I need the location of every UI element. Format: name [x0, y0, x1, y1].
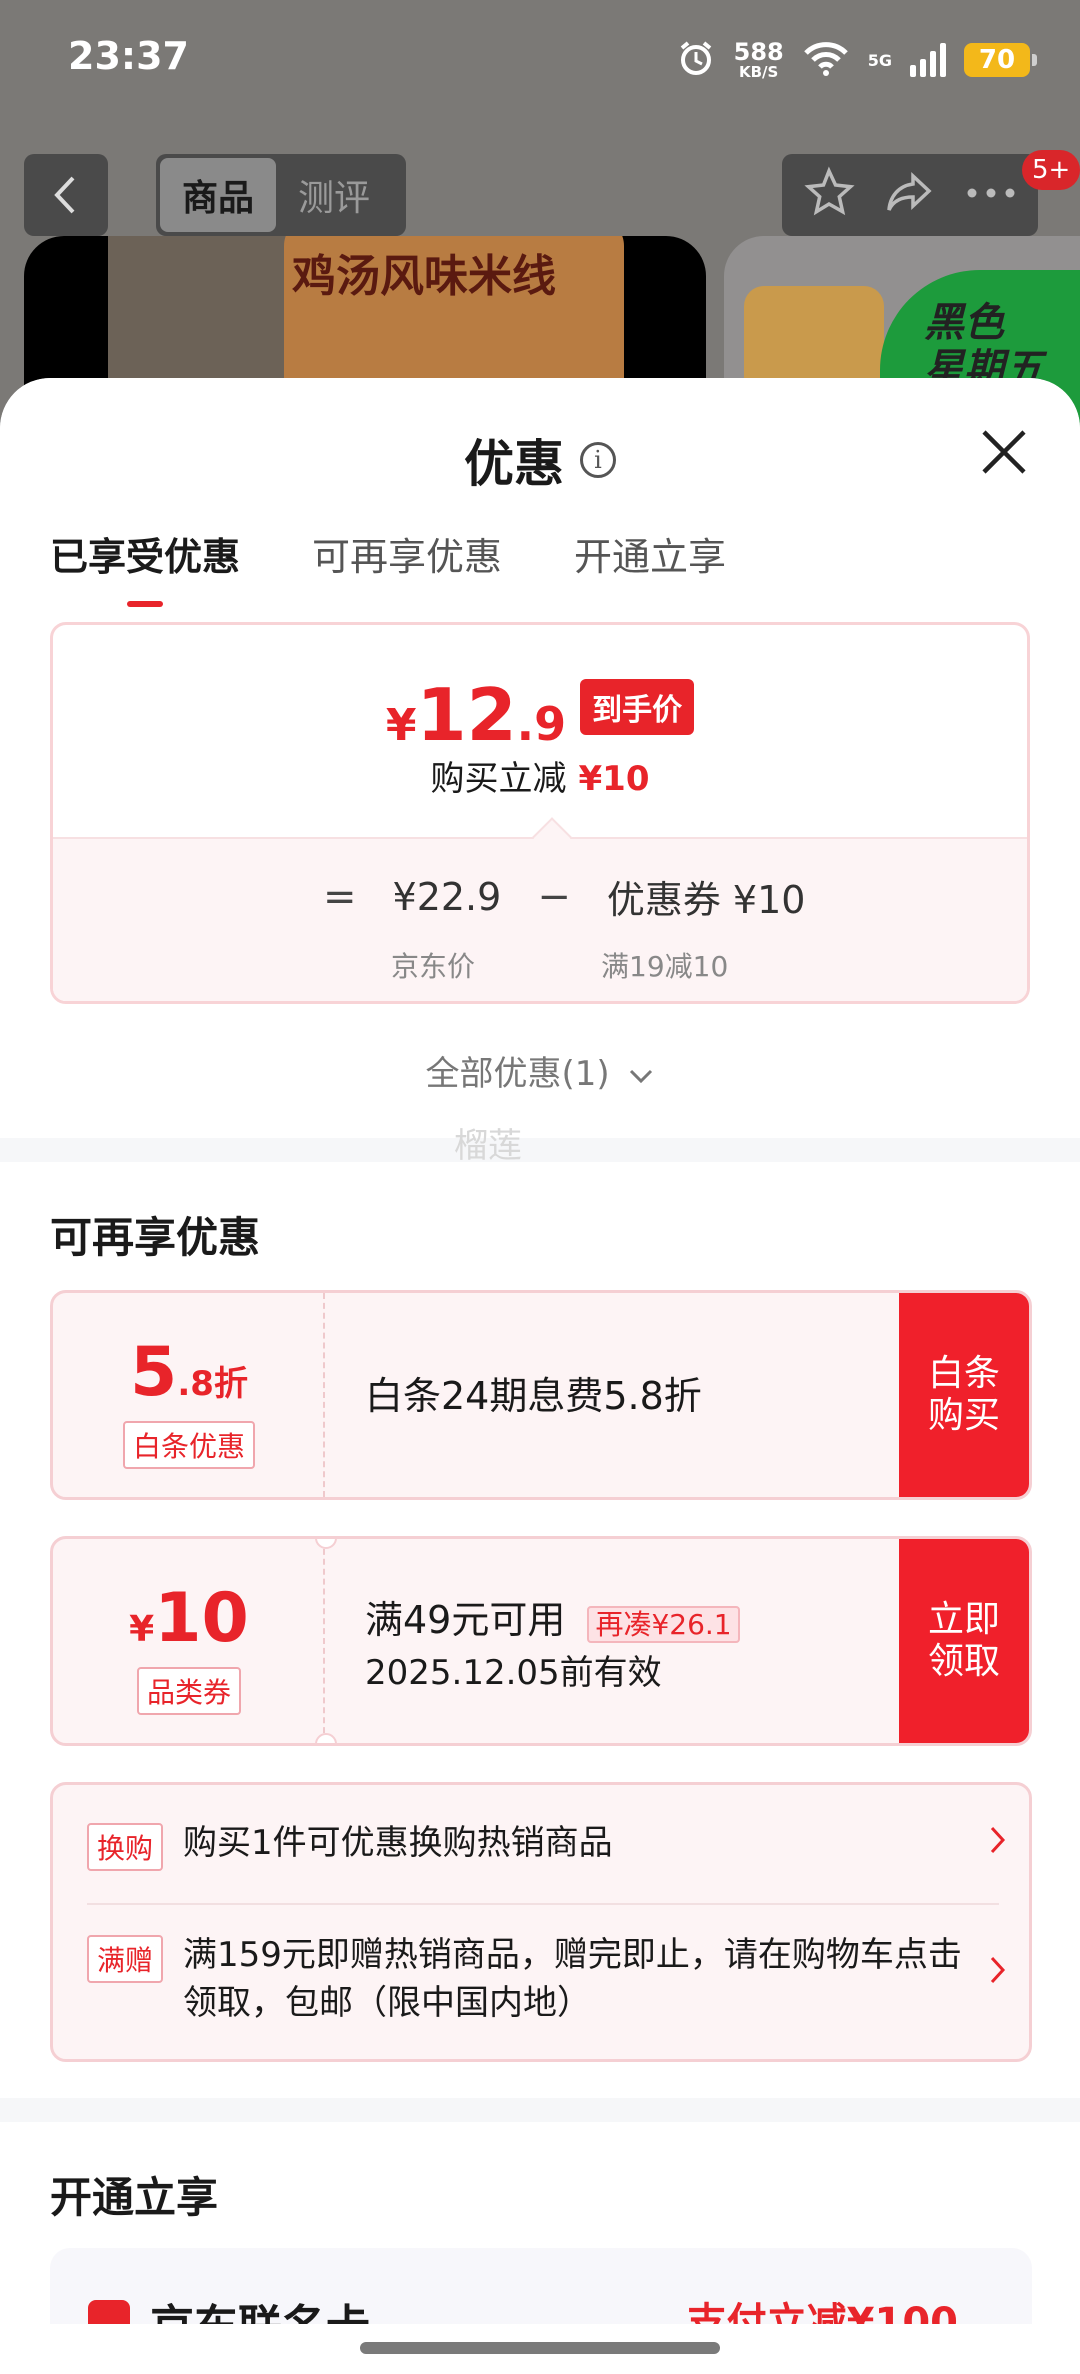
more-offers-section: 可再享优惠 5.8折 白条优惠 白条24期息费5.8折 白条 购买 ¥10 品类券	[0, 1162, 1080, 2098]
status-time: 23:37	[68, 34, 189, 78]
instant-reduction: 购买立减 ¥10	[430, 759, 650, 799]
baitiao-tag: 白条优惠	[122, 1421, 255, 1469]
product-nav-tabs: 商品 测评	[156, 154, 406, 236]
enjoyed-offers-section: 优惠 i 已享受优惠 可再享优惠 开通立享 ¥ 12 .9 到手价 购买立减 ¥1…	[0, 378, 1080, 1166]
chevron-down-icon	[630, 1069, 653, 1084]
home-indicator[interactable]	[360, 2342, 720, 2354]
final-price: ¥ 12 .9 到手价	[53, 673, 1027, 757]
coupon-rule: 满19减10	[601, 950, 729, 983]
gift-tag: 满赠	[87, 1935, 164, 1983]
equals-sign: =	[323, 873, 357, 920]
more-icon[interactable]	[964, 183, 1018, 207]
tab-review[interactable]: 测评	[276, 158, 392, 232]
close-icon	[982, 430, 1026, 474]
close-button[interactable]	[974, 422, 1034, 482]
network-type: 5G	[867, 50, 892, 70]
chevron-left-icon	[54, 176, 75, 214]
product-image-text: 鸡汤风味米线	[292, 251, 556, 302]
exchange-text: 购买1件可优惠换购热销商品	[183, 1823, 613, 1863]
nav-actions	[782, 154, 1038, 236]
jd-price: ¥22.9	[392, 874, 502, 919]
exchange-tag: 换购	[87, 1823, 164, 1871]
baitiao-discount: 5.8折	[130, 1333, 248, 1412]
gift-offer-row[interactable]: 满赠 满159元即赠热销商品，赠完即止，请在购物车点击领取，包邮（限中国内地）	[87, 1931, 1007, 2027]
gift-text: 满159元即赠热销商品，赠完即止，请在购物车点击领取，包邮（限中国内地）	[183, 1935, 962, 2023]
baitiao-description: 白条24期息费5.8折	[365, 1374, 702, 1418]
chevron-right-icon	[967, 1825, 1007, 1859]
minus-sign: −	[537, 873, 571, 920]
alarm-icon	[676, 38, 716, 82]
notification-badge: 5+	[1022, 150, 1080, 190]
category-coupon-card: ¥10 品类券 满49元可用 再凑¥26.1 2025.12.05前有效 立即领…	[50, 1536, 1032, 1746]
offer-tabs: 已享受优惠 可再享优惠 开通立享	[50, 526, 726, 607]
open-offers-heading: 开通立享	[50, 2173, 219, 2222]
watermark: 榴莲_	[454, 1126, 539, 1166]
gift-offers-card: 换购 购买1件可优惠换购热销商品 满赠 满159元即赠热销商品，赠完即止，请在购…	[50, 1782, 1032, 2062]
coupon-amount: ¥10	[129, 1579, 249, 1658]
network-speed: 588 KB/S	[733, 37, 784, 81]
share-icon[interactable]	[883, 166, 937, 224]
info-icon[interactable]: i	[580, 442, 616, 478]
jd-price-label: 京东价	[391, 950, 476, 983]
exchange-offer-row[interactable]: 换购 购买1件可优惠换购热销商品	[87, 1819, 1007, 1871]
final-price-card: ¥ 12 .9 到手价 购买立减 ¥10 = ¥22.9 − 优惠券 ¥10 京…	[50, 622, 1030, 1004]
star-icon[interactable]	[802, 166, 856, 224]
coupon-expiry: 2025.12.05前有效	[365, 1653, 662, 1693]
signal-icon	[910, 43, 946, 77]
final-price-tag: 到手价	[580, 679, 695, 735]
sheet-title: 优惠	[464, 435, 564, 493]
coupon-type-tag: 品类券	[136, 1667, 241, 1715]
claim-coupon-button[interactable]: 立即 领取	[899, 1539, 1029, 1743]
chevron-right-icon	[967, 1955, 1007, 1989]
coupon-deduction: 优惠券 ¥10	[606, 878, 806, 922]
battery-icon: 70	[964, 43, 1037, 77]
tab-product[interactable]: 商品	[160, 158, 276, 232]
tab-open-offers[interactable]: 开通立享	[574, 526, 726, 607]
product-page-background: 23:37 588 KB/S 5G 70 商品 测评 5+ 鸡汤风味米线 黑色 …	[0, 0, 1080, 436]
offers-sheet: 优惠 i 已享受优惠 可再享优惠 开通立享 ¥ 12 .9 到手价 购买立减 ¥1…	[0, 378, 1080, 2374]
back-button[interactable]	[24, 154, 108, 236]
coupon-topup: 再凑¥26.1	[587, 1605, 740, 1643]
status-bar: 23:37 588 KB/S 5G 70	[0, 0, 1080, 120]
baitiao-buy-button[interactable]: 白条 购买	[899, 1293, 1029, 1497]
all-offers-toggle[interactable]: 全部优惠(1)	[0, 1046, 1080, 1095]
more-offers-heading: 可再享优惠	[50, 1213, 261, 1262]
coupon-condition: 满49元可用	[365, 1598, 566, 1642]
price-breakdown: = ¥22.9 − 优惠券 ¥10 京东价 满19减10	[53, 837, 1027, 1001]
wifi-icon	[802, 39, 850, 81]
tab-enjoyed-offers[interactable]: 已享受优惠	[50, 526, 240, 607]
tab-more-offers[interactable]: 可再享优惠	[312, 526, 502, 607]
baitiao-offer-card: 5.8折 白条优惠 白条24期息费5.8折 白条 购买	[50, 1290, 1032, 1500]
